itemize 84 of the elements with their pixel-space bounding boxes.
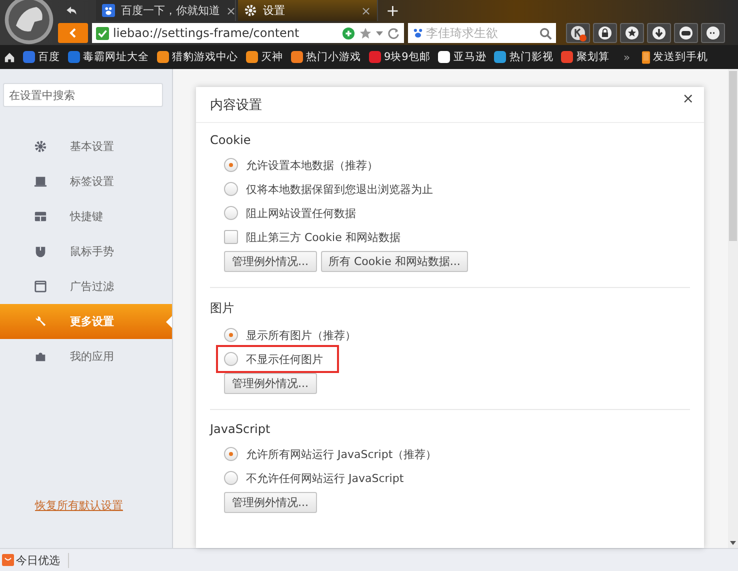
dialog-title: 内容设置 bbox=[210, 96, 262, 114]
window-icon bbox=[34, 280, 47, 293]
close-button[interactable]: × bbox=[682, 91, 694, 107]
tab-close-button[interactable]: × bbox=[360, 4, 371, 18]
search-box[interactable]: 李佳琦求生欲 bbox=[408, 23, 556, 43]
bookmark-link[interactable]: 聚划算 bbox=[561, 50, 610, 64]
option-label: 不显示任何图片 bbox=[246, 352, 323, 366]
sidebar-item[interactable]: 鼠标手势 bbox=[0, 234, 172, 269]
radio-button[interactable] bbox=[224, 352, 238, 366]
bookmark-link[interactable]: 毒霸网址大全 bbox=[68, 50, 149, 64]
section-title: Cookie bbox=[210, 133, 252, 147]
dialog-button[interactable]: 管理例外情况... bbox=[224, 373, 316, 394]
sidebar-item[interactable]: 广告过滤 bbox=[0, 269, 172, 304]
gear-icon bbox=[34, 140, 47, 153]
radio-button[interactable] bbox=[224, 471, 238, 485]
sidebar-item[interactable]: 快捷键 bbox=[0, 199, 172, 234]
account-button[interactable] bbox=[566, 23, 590, 43]
option-label: 阻止网站设置任何数据 bbox=[246, 206, 356, 220]
more-icon bbox=[705, 25, 721, 41]
star-icon[interactable] bbox=[359, 26, 372, 40]
section-title: JavaScript bbox=[210, 422, 272, 436]
bookmark-link[interactable]: 热门小游戏 bbox=[291, 50, 361, 64]
bookmark-link[interactable]: 灭神 bbox=[246, 50, 283, 64]
lock-icon bbox=[597, 25, 613, 41]
sidebar-item[interactable]: 我的应用 bbox=[0, 339, 172, 374]
dropdown-caret-icon[interactable] bbox=[376, 30, 383, 36]
lock-button[interactable] bbox=[593, 23, 617, 43]
more-button[interactable] bbox=[701, 23, 725, 43]
new-tab-button[interactable]: + bbox=[386, 1, 400, 20]
download-button[interactable] bbox=[647, 23, 671, 43]
dialog-button[interactable]: 管理例外情况... bbox=[224, 251, 316, 272]
address-field[interactable]: liebao://settings-frame/content bbox=[92, 23, 404, 43]
radio-button[interactable] bbox=[224, 206, 238, 220]
send-to-phone-button[interactable]: 发送到手机 bbox=[642, 50, 708, 64]
scrollbar[interactable] bbox=[728, 69, 738, 548]
browser-tab[interactable]: 设置 × bbox=[238, 0, 378, 21]
dialog-button[interactable]: 所有 Cookie 和网站数据... bbox=[320, 251, 468, 272]
reload-icon[interactable] bbox=[387, 26, 400, 40]
more-bookmarks-button[interactable]: » bbox=[623, 50, 630, 64]
paw-icon bbox=[412, 27, 424, 39]
gear-icon bbox=[244, 4, 257, 17]
paw-icon bbox=[102, 4, 115, 17]
radio-button[interactable] bbox=[224, 328, 238, 342]
radio-button[interactable] bbox=[224, 182, 238, 196]
bookmark-link[interactable]: 猎豹游戏中心 bbox=[157, 50, 238, 64]
settings-search-field[interactable]: 在设置中搜索 bbox=[3, 83, 163, 107]
section-title: 图片 bbox=[210, 300, 235, 317]
sidebar-item[interactable]: 标签设置 bbox=[0, 164, 172, 199]
download-icon bbox=[651, 25, 667, 41]
account-icon bbox=[569, 24, 587, 42]
search-icon[interactable] bbox=[539, 26, 552, 40]
radio-button[interactable] bbox=[224, 158, 238, 172]
option-label: 仅将本地数据保留到您退出浏览器为止 bbox=[246, 182, 433, 196]
back-button[interactable] bbox=[58, 23, 88, 43]
back-icon bbox=[68, 28, 78, 38]
radio-button[interactable] bbox=[224, 447, 238, 461]
option-label: 允许设置本地数据（推荐） bbox=[246, 158, 378, 172]
gamepad-button[interactable] bbox=[674, 23, 698, 43]
sidebar-item[interactable]: 基本设置 bbox=[0, 129, 172, 164]
home-icon[interactable] bbox=[4, 52, 15, 62]
wrench-icon bbox=[34, 315, 47, 328]
option-label: 阻止第三方 Cookie 和网站数据 bbox=[246, 230, 400, 244]
option-label: 不允许任何网站运行 JavaScript bbox=[246, 470, 404, 486]
option-label: 显示所有图片（推荐） bbox=[246, 328, 356, 342]
scroll-down-arrow-icon[interactable] bbox=[730, 541, 736, 545]
tab-title: 百度一下，你就知道 bbox=[121, 3, 220, 18]
tab-title: 设置 bbox=[263, 3, 286, 18]
option-label: 允许所有网站运行 JavaScript（推荐） bbox=[246, 446, 437, 462]
bookmark-link[interactable]: 热门影视 bbox=[494, 50, 554, 64]
shopping-bag-icon bbox=[2, 554, 14, 566]
tab-close-button[interactable]: × bbox=[226, 4, 236, 18]
phone-icon bbox=[642, 50, 650, 64]
bookmark-link[interactable]: 9块9包邮 bbox=[369, 50, 430, 64]
bookmark-link[interactable]: 亚马逊 bbox=[438, 50, 486, 64]
dialog-button[interactable]: 管理例外情况... bbox=[224, 492, 316, 513]
browser-tab[interactable]: 百度一下，你就知道 × bbox=[96, 0, 236, 21]
checkbox[interactable] bbox=[224, 230, 238, 244]
monitor-icon bbox=[34, 175, 47, 188]
keyboard-icon bbox=[34, 210, 47, 223]
secure-check-icon bbox=[96, 26, 109, 40]
bookmark-link[interactable]: 百度 bbox=[23, 50, 60, 64]
favorites-button[interactable] bbox=[620, 23, 644, 43]
today-picks-button[interactable]: 今日优选 bbox=[0, 552, 69, 568]
mouse-icon bbox=[34, 245, 47, 258]
